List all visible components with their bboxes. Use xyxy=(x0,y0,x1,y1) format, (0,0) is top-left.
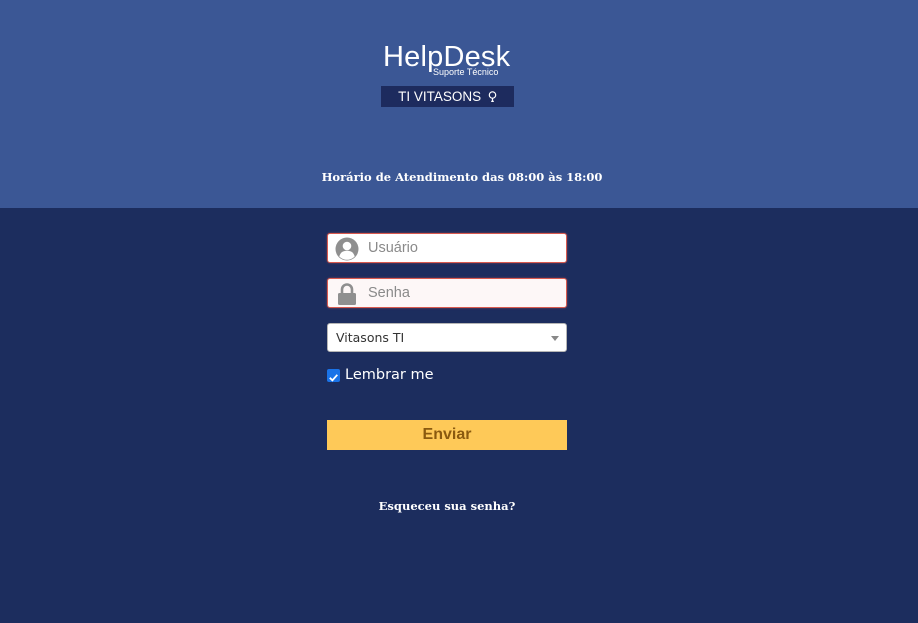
password-input[interactable] xyxy=(368,279,558,307)
header-banner: HelpDesk Suporte Técnico TI VITASONS Hor… xyxy=(0,0,918,208)
lock-icon xyxy=(338,283,356,305)
logo-band-label: TI VITASONS xyxy=(398,89,482,104)
logo-subtitle: Suporte Técnico xyxy=(433,67,499,77)
logo-band: TI VITASONS xyxy=(381,86,514,107)
password-field[interactable] xyxy=(327,278,567,308)
remember-me-label: Lembrar me xyxy=(345,367,434,383)
username-field[interactable] xyxy=(327,233,567,263)
lightbulb-icon xyxy=(488,91,497,102)
submit-button[interactable]: Enviar xyxy=(327,420,567,450)
company-select-value: Vitasons TI xyxy=(336,330,405,345)
remember-me-checkbox[interactable] xyxy=(327,369,340,382)
helpdesk-logo: HelpDesk Suporte Técnico TI VITASONS xyxy=(381,40,515,108)
service-hours-text: Horário de Atendimento das 08:00 às 18:0… xyxy=(321,170,603,184)
checkmark-icon xyxy=(329,374,338,382)
username-input[interactable] xyxy=(368,234,558,262)
company-select[interactable]: Vitasons TI xyxy=(327,323,567,352)
chevron-down-icon xyxy=(551,336,559,341)
user-icon xyxy=(335,237,359,261)
forgot-password-link[interactable]: Esqueceu sua senha? xyxy=(327,499,567,513)
